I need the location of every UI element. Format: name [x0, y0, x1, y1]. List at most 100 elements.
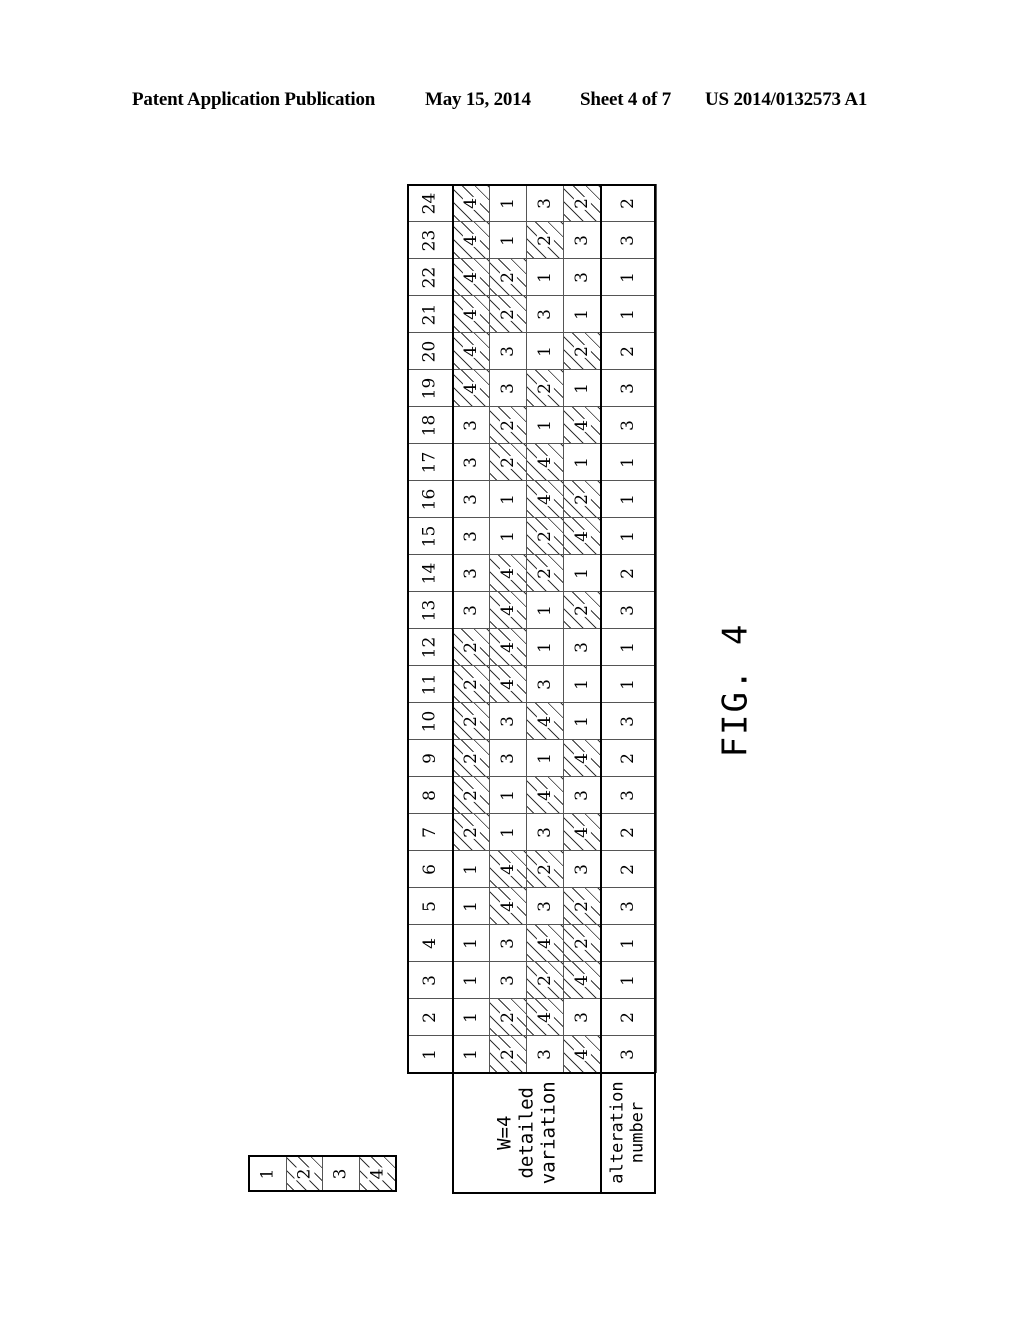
cell-value: 18: [419, 414, 440, 436]
row-header-alteration: alteration number: [600, 1072, 656, 1194]
variation-cell: 2: [563, 332, 601, 370]
variation-cell: 2: [563, 480, 601, 518]
variation-cell: 2: [489, 998, 527, 1036]
cell-value: 3: [497, 937, 518, 949]
variation-cell: 3: [563, 776, 601, 814]
variation-cell: 3: [563, 998, 601, 1036]
variation-cell: 2: [452, 776, 490, 814]
variation-cell: 2: [489, 295, 527, 333]
variation-cell: 4: [563, 406, 601, 444]
index-cell: 3: [407, 961, 453, 999]
cell-value: 1: [460, 863, 481, 875]
index-cell: 19: [407, 369, 453, 407]
cell-value: 2: [617, 1011, 638, 1023]
cell-value: 3: [617, 234, 638, 246]
cell-value: 4: [497, 603, 518, 617]
variation-cell: 4: [489, 591, 527, 629]
variation-cell: 1: [563, 554, 601, 592]
cell-value: 2: [497, 418, 518, 432]
variation-cell: 2: [489, 406, 527, 444]
cell-value: 1: [534, 271, 555, 283]
cell-value: 1: [617, 937, 638, 949]
variation-cell: 3: [563, 258, 601, 296]
variation-cell: 2: [563, 184, 601, 222]
cell-value: 1: [460, 900, 481, 912]
variation-cell: 3: [526, 887, 564, 925]
variation-cell: 1: [452, 887, 490, 925]
cell-value: 20: [419, 340, 440, 362]
cell-value: 2: [571, 196, 592, 210]
variation-cell: 1: [563, 665, 601, 703]
variation-cell: 1: [452, 850, 490, 888]
index-cell: 5: [407, 887, 453, 925]
variation-cell: 3: [489, 369, 527, 407]
cell-value: 4: [571, 751, 592, 765]
cell-value: 3: [571, 234, 592, 246]
variation-cell: 3: [563, 850, 601, 888]
cell-value: 3: [460, 456, 481, 468]
variation-cell: 4: [452, 369, 490, 407]
cell-value: 5: [419, 900, 440, 912]
cell-value: 2: [460, 677, 481, 691]
variation-cell: 2: [526, 850, 564, 888]
cell-value: 15: [419, 525, 440, 547]
row-header-alteration-line-2: number: [627, 1102, 648, 1164]
cell-value: 2: [617, 863, 638, 875]
variation-cell: 3: [452, 591, 490, 629]
variation-cell: 3: [489, 739, 527, 777]
variation-cell: 2: [563, 924, 601, 962]
variation-cell: 3: [452, 517, 490, 555]
variation-cell: 2: [526, 221, 564, 259]
index-cell: 7: [407, 813, 453, 851]
index-cell: 18: [407, 406, 453, 444]
variation-cell: 2: [526, 369, 564, 407]
cell-value: 3: [534, 826, 555, 838]
alteration-cell: 1: [600, 295, 657, 333]
alteration-cell: 2: [600, 184, 657, 222]
variation-cell: 1: [489, 184, 527, 222]
row-header-alteration-line-1: alteration: [607, 1081, 628, 1185]
variation-cell: 3: [526, 184, 564, 222]
variation-cell: 1: [563, 443, 601, 481]
variation-cell: 4: [489, 887, 527, 925]
cell-value: 23: [419, 229, 440, 251]
variation-cell: 3: [452, 554, 490, 592]
alteration-cell: 3: [600, 369, 657, 407]
alteration-cell: 2: [600, 850, 657, 888]
variation-cell: 4: [452, 258, 490, 296]
cell-value: 2: [571, 899, 592, 913]
cell-value: 3: [460, 604, 481, 616]
row-header-variation: W=4 detailed variation: [452, 1072, 602, 1194]
index-cell: 15: [407, 517, 453, 555]
cell-value: 3: [617, 604, 638, 616]
cell-value: 1: [534, 641, 555, 653]
row-header-variation-line-3: variation: [536, 1081, 559, 1185]
cell-value: 4: [460, 344, 481, 358]
cell-value: 3: [534, 900, 555, 912]
cell-value: 3: [460, 567, 481, 579]
cell-value: 3: [534, 197, 555, 209]
cell-value: 9: [419, 752, 440, 764]
variation-cell: 2: [563, 591, 601, 629]
cell-value: 14: [419, 562, 440, 584]
cell-value: 3: [617, 900, 638, 912]
variation-cell: 1: [489, 480, 527, 518]
cell-value: 1: [571, 456, 592, 468]
alteration-cell: 1: [600, 665, 657, 703]
cell-value: 3: [419, 974, 440, 986]
cell-value: 17: [419, 451, 440, 473]
cell-value: 3: [497, 715, 518, 727]
cell-value: 2: [617, 826, 638, 838]
cell-value: 2: [497, 1010, 518, 1024]
alteration-cell: 3: [600, 776, 657, 814]
cell-value: 2: [571, 344, 592, 358]
index-cell: 23: [407, 221, 453, 259]
cell-value: 2: [497, 307, 518, 321]
alteration-cell: 1: [600, 258, 657, 296]
cell-value: 2: [534, 381, 555, 395]
cell-value: 1: [419, 1048, 440, 1060]
alteration-cell: 3: [600, 591, 657, 629]
cell-value: 1: [534, 345, 555, 357]
figure-label: FIG. 4: [700, 623, 770, 758]
index-cell: 8: [407, 776, 453, 814]
